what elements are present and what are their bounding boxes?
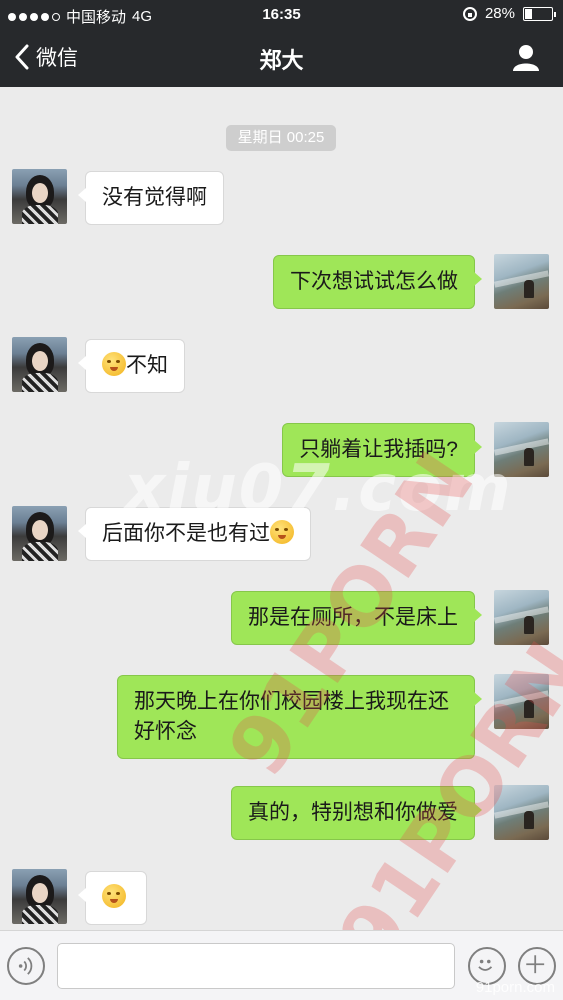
smiley-icon [478, 959, 493, 971]
chat-area[interactable]: 星期日 00:25 没有觉得啊 下次想试试怎么做 不知 只躺着让我插吗? 后面你… [0, 87, 563, 930]
outgoing-message[interactable]: 只躺着让我插吗? [282, 423, 482, 477]
message-input[interactable] [57, 943, 455, 989]
message-text-line: 好怀念 [134, 720, 197, 743]
status-bar: 中国移动 4G 16:35 28% [0, 0, 563, 30]
chat-title: 郑大 [259, 48, 304, 73]
contact-avatar[interactable] [12, 506, 67, 561]
corner-watermark: 91porn.com [475, 979, 555, 996]
outgoing-message[interactable]: 真的，特别想和你做爱 [231, 786, 482, 840]
incoming-message[interactable]: 后面你不是也有过 [78, 507, 311, 561]
my-avatar[interactable] [494, 674, 549, 729]
outgoing-message[interactable]: 下次想试试怎么做 [273, 255, 482, 309]
outgoing-message[interactable]: 那天晚上在你们校园楼上我现在还 好怀念 [117, 675, 482, 759]
message-text: 不知 [126, 354, 168, 377]
shy-emoji-icon [102, 352, 126, 376]
my-avatar[interactable] [494, 785, 549, 840]
message-text: 下次想试试怎么做 [290, 270, 458, 293]
status-right: 28% [462, 5, 556, 22]
contact-avatar[interactable] [12, 169, 67, 224]
my-avatar[interactable] [494, 422, 549, 477]
message-text: 那是在厕所，不是床上 [248, 606, 458, 629]
message-timestamp: 星期日 00:25 [226, 125, 336, 151]
message-text-line: 那天晚上在你们校园楼上我现在还 [134, 690, 449, 713]
battery-percent: 28% [484, 5, 515, 22]
voice-icon [18, 957, 33, 975]
message-text: 真的，特别想和你做爱 [248, 801, 458, 824]
profile-icon[interactable] [511, 42, 541, 72]
rotation-lock-icon [462, 6, 477, 21]
contact-avatar[interactable] [12, 337, 67, 392]
message-text: 后面你不是也有过 [102, 522, 270, 545]
voice-input-button[interactable] [7, 947, 45, 985]
message-text: 只躺着让我插吗? [299, 438, 458, 461]
awkward-emoji-icon [270, 520, 294, 544]
input-bar: 91porn.com [0, 930, 563, 1000]
plus-icon [526, 955, 545, 974]
incoming-message[interactable] [78, 871, 147, 925]
battery-icon [523, 6, 556, 21]
top-bar: 中国移动 4G 16:35 28% 微信 郑大 [0, 0, 563, 87]
my-avatar[interactable] [494, 590, 549, 645]
contact-avatar[interactable] [12, 869, 67, 924]
incoming-message[interactable]: 不知 [78, 339, 185, 393]
outgoing-message[interactable]: 那是在厕所，不是床上 [231, 591, 482, 645]
thinking-emoji-icon [102, 884, 126, 908]
incoming-message[interactable]: 没有觉得啊 [78, 171, 224, 225]
my-avatar[interactable] [494, 254, 549, 309]
message-text: 没有觉得啊 [102, 186, 207, 209]
nav-bar: 微信 郑大 [0, 30, 563, 87]
